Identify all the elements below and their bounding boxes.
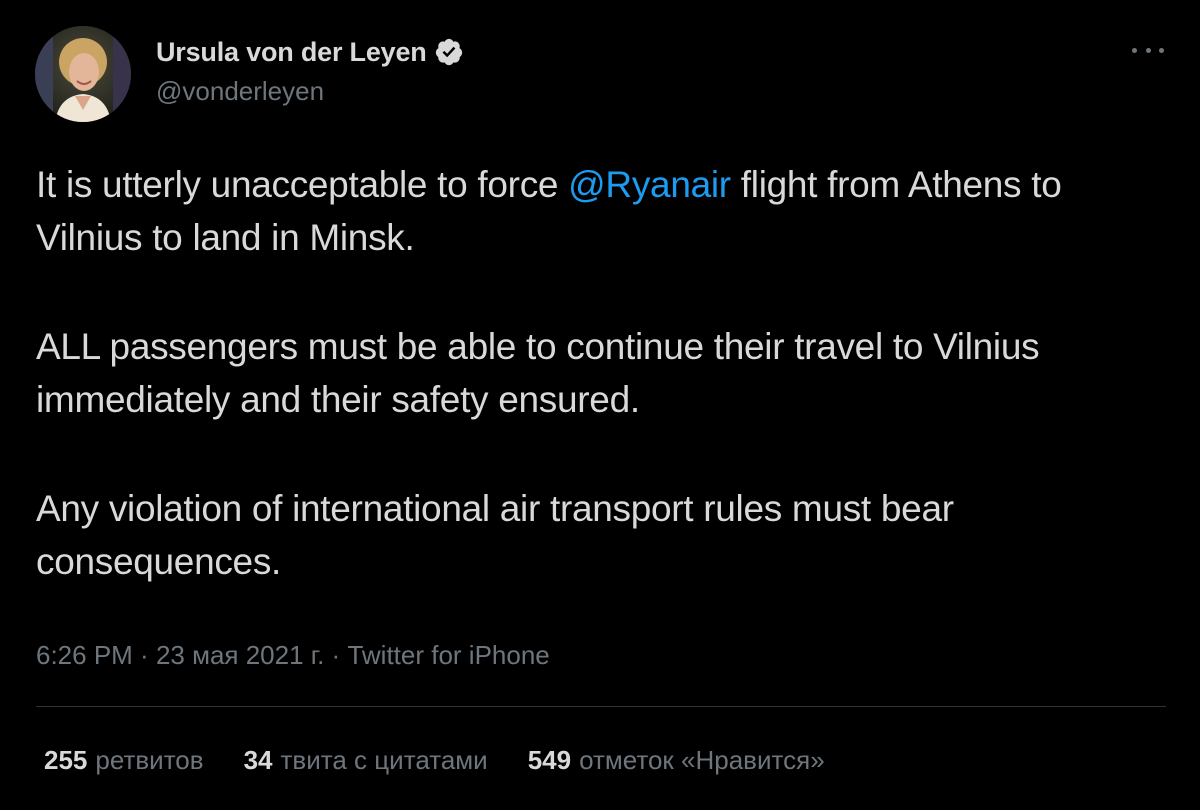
- tweet-date[interactable]: 23 мая 2021 г.: [156, 640, 324, 670]
- author-name-row[interactable]: Ursula von der Leyen: [156, 34, 464, 70]
- display-name[interactable]: Ursula von der Leyen: [156, 37, 427, 68]
- tweet-text-segment: It is utterly unacceptable to force: [36, 164, 569, 205]
- verified-badge-icon: [435, 38, 462, 66]
- avatar-image: [35, 26, 131, 122]
- separator: ·: [132, 640, 156, 670]
- tweet-paragraph-2: ALL passengers must be able to continue …: [36, 326, 1040, 420]
- tweet-meta: 6:26 PM · 23 мая 2021 г. · Twitter for i…: [36, 640, 550, 671]
- tweet-time[interactable]: 6:26 PM: [36, 640, 133, 670]
- likes-count: 549: [527, 745, 572, 775]
- quotes-stat[interactable]: 34 твита с цитатами: [244, 745, 488, 776]
- quotes-label: твита с цитатами: [280, 745, 488, 775]
- likes-label: отметок «Нравится»: [579, 745, 825, 775]
- dot: [1132, 47, 1137, 53]
- tweet-paragraph-1: It is utterly unacceptable to force @Rya…: [36, 158, 1176, 264]
- dot: [1159, 47, 1164, 53]
- tweet-text: It is utterly unacceptable to force @Rya…: [36, 158, 1176, 588]
- separator: ·: [324, 640, 348, 670]
- divider: [36, 706, 1166, 707]
- more-options-icon[interactable]: [1132, 40, 1164, 60]
- tweet-paragraph-3: Any violation of international air trans…: [36, 488, 954, 582]
- mention-link[interactable]: @Ryanair: [568, 164, 731, 205]
- retweets-count: 255: [44, 745, 88, 775]
- tweet-source[interactable]: Twitter for iPhone: [347, 640, 549, 670]
- dot: [1145, 47, 1151, 53]
- avatar[interactable]: [35, 26, 131, 122]
- engagement-stats: 255 ретвитов 34 твита с цитатами 549 отм…: [44, 745, 865, 776]
- retweets-label: ретвитов: [95, 745, 204, 775]
- quotes-count: 34: [243, 745, 273, 775]
- retweets-stat[interactable]: 255 ретвитов: [44, 745, 204, 776]
- likes-stat[interactable]: 549 отметок «Нравится»: [528, 745, 825, 776]
- tweet-card: Ursula von der Leyen @vonderleyen It is …: [0, 0, 1200, 810]
- user-handle[interactable]: @vonderleyen: [156, 76, 324, 107]
